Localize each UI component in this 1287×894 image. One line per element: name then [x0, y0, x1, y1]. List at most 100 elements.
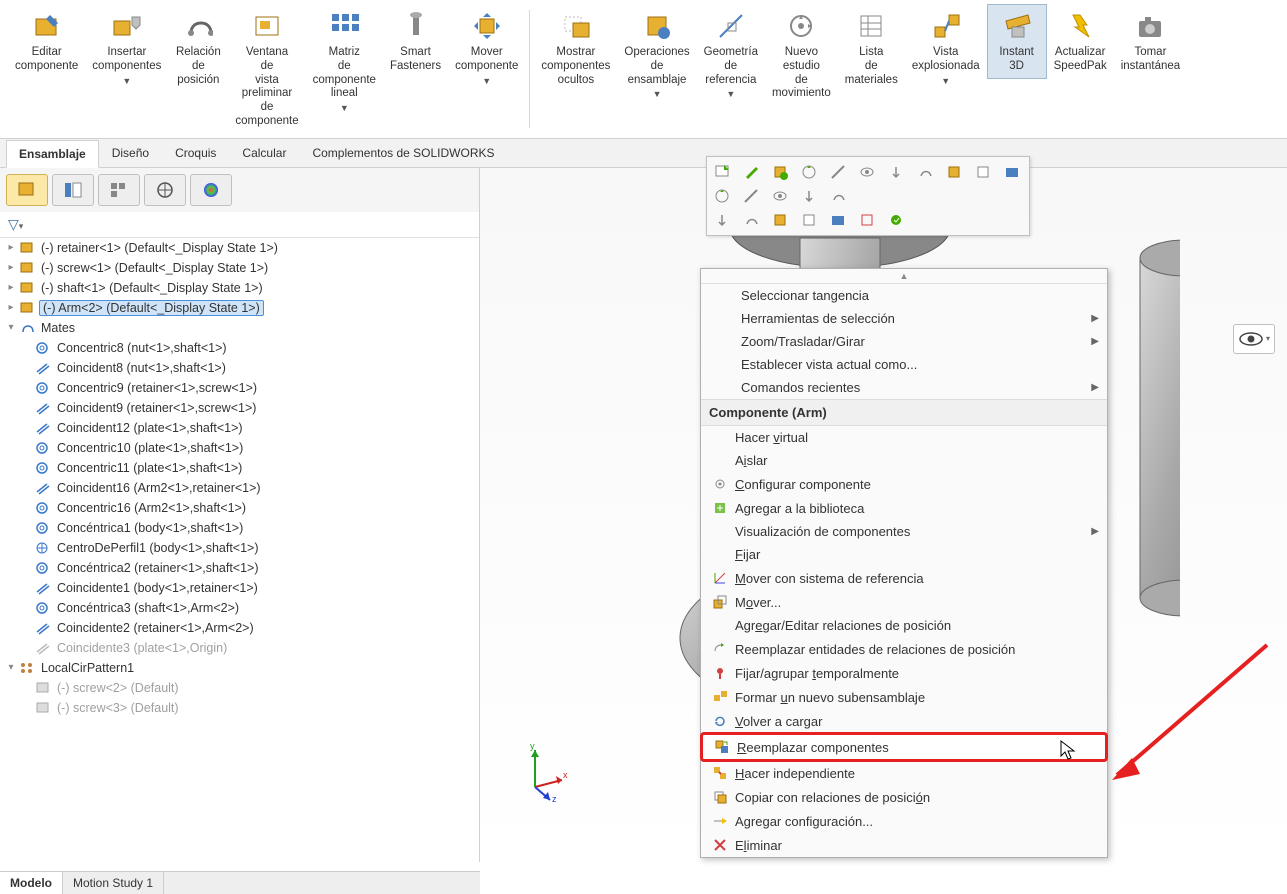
menu-mover-con-sistema-de-referencia[interactable]: Mover con sistema de referencia	[701, 566, 1107, 590]
menu-configurar-componente[interactable]: Configurar componente	[701, 472, 1107, 496]
tab-calcular[interactable]: Calcular	[229, 139, 299, 167]
menu-agregar-a-la-biblioteca[interactable]: Agregar a la biblioteca	[701, 496, 1107, 520]
tree-mates-folder[interactable]: ▾Mates	[0, 318, 479, 338]
context-tool-8[interactable]	[942, 160, 968, 184]
menu-mover-[interactable]: Mover...	[701, 590, 1107, 614]
ribbon-mate[interactable]: Relacióndeposición	[168, 4, 228, 92]
tree-pattern-child[interactable]: (-) screw<3> (Default)	[0, 698, 479, 718]
context-tool-c2[interactable]	[768, 208, 794, 232]
context-tool-3[interactable]	[797, 160, 823, 184]
tree-mate[interactable]: Coincidente1 (body<1>,retainer<1>)	[0, 578, 479, 598]
context-tool-5[interactable]	[855, 160, 881, 184]
tree-component[interactable]: ▸(-) Arm<2> (Default<_Display State 1>)	[0, 298, 479, 318]
menu-hacer-independiente[interactable]: Hacer independiente	[701, 761, 1107, 785]
context-tool-c3[interactable]	[797, 208, 823, 232]
ribbon-pattern[interactable]: Matrizdecomponentelineal▼	[306, 4, 383, 119]
ribbon-instant3d[interactable]: Instant3D	[987, 4, 1047, 79]
context-tool-c4[interactable]	[826, 208, 852, 232]
ribbon-exploded[interactable]: Vistaexplosionada▼	[905, 4, 987, 91]
menu-seleccionar-tangencia[interactable]: Seleccionar tangencia	[701, 284, 1107, 307]
ribbon-fastener[interactable]: SmartFasteners	[383, 4, 448, 79]
tab-complementos-de-solidworks[interactable]: Complementos de SOLIDWORKS	[299, 139, 507, 167]
tree-mate[interactable]: Coincidente2 (retainer<1>,Arm<2>)	[0, 618, 479, 638]
tree-component[interactable]: ▸(-) retainer<1> (Default<_Display State…	[0, 238, 479, 258]
context-tool-c5[interactable]	[855, 208, 881, 232]
context-tool-c6[interactable]	[884, 208, 910, 232]
context-tool-10[interactable]	[1000, 160, 1026, 184]
tree-mate[interactable]: Concentric8 (nut<1>,shaft<1>)	[0, 338, 479, 358]
tree-mate[interactable]: Concentric9 (retainer<1>,screw<1>)	[0, 378, 479, 398]
context-tool-7[interactable]	[913, 160, 939, 184]
tree-mate[interactable]: Coincident16 (Arm2<1>,retainer<1>)	[0, 478, 479, 498]
tree-mate[interactable]: Coincident9 (retainer<1>,screw<1>)	[0, 398, 479, 418]
menu-formar-un-nuevo-subensamblaje[interactable]: Formar un nuevo subensamblaje	[701, 685, 1107, 709]
tree-pattern-child[interactable]: (-) screw<2> (Default)	[0, 678, 479, 698]
bottom-tab-modelo[interactable]: Modelo	[0, 872, 63, 894]
menu-eliminar[interactable]: Eliminar	[701, 833, 1107, 857]
context-tool-9[interactable]	[971, 160, 997, 184]
tree-mate[interactable]: CentroDePerfil1 (body<1>,shaft<1>)	[0, 538, 479, 558]
tree-component[interactable]: ▸(-) screw<1> (Default<_Display State 1>…	[0, 258, 479, 278]
tree-mate[interactable]: Concéntrica3 (shaft<1>,Arm<2>)	[0, 598, 479, 618]
tree-mate[interactable]: Concentric10 (plate<1>,shaft<1>)	[0, 438, 479, 458]
ribbon-assembly-ops[interactable]: Operacionesdeensamblaje▼	[617, 4, 696, 105]
tree-mate[interactable]: Concéntrica2 (retainer<1>,shaft<1>)	[0, 558, 479, 578]
context-tool-c0[interactable]	[710, 208, 736, 232]
context-tool-1[interactable]	[739, 160, 765, 184]
tree-mate[interactable]: Concentric16 (Arm2<1>,shaft<1>)	[0, 498, 479, 518]
menu-copiar-con-relaciones-de-posici-n[interactable]: Copiar con relaciones de posición	[701, 785, 1107, 809]
ribbon-show-hidden[interactable]: Mostrarcomponentesocultos	[534, 4, 617, 92]
menu-comandos-recientes[interactable]: Comandos recientes▶	[701, 376, 1107, 399]
context-tool-0[interactable]	[710, 160, 736, 184]
feature-tree-tab[interactable]	[6, 174, 48, 206]
ribbon-ref-geom[interactable]: Geometríadereferencia▼	[697, 4, 765, 105]
ribbon-edit-component[interactable]: Editarcomponente	[8, 4, 85, 79]
context-tool-b0[interactable]	[710, 184, 736, 208]
ribbon-insert-component[interactable]: Insertarcomponentes▼	[85, 4, 168, 91]
tree-component[interactable]: ▸(-) shaft<1> (Default<_Display State 1>…	[0, 278, 479, 298]
ribbon-snapshot[interactable]: Tomarinstantánea	[1114, 4, 1187, 79]
ribbon-move[interactable]: Movercomponente▼	[448, 4, 525, 91]
ribbon-preview[interactable]: Ventanadevistapreliminardecomponente	[228, 4, 305, 134]
context-tool-b1[interactable]	[739, 184, 765, 208]
context-tool-2[interactable]	[768, 160, 794, 184]
menu-reemplazar-componentes[interactable]: Reemplazar componentes	[700, 732, 1108, 762]
tree-pattern[interactable]: ▾LocalCirPattern1	[0, 658, 479, 678]
menu-volver-a-cargar[interactable]: Volver a cargar	[701, 709, 1107, 733]
menu-agregar-editar-relaciones-de-posici-n[interactable]: Agregar/Editar relaciones de posición	[701, 614, 1107, 637]
context-tool-b4[interactable]	[826, 184, 852, 208]
menu-herramientas-de-selecci-n[interactable]: Herramientas de selección▶	[701, 307, 1107, 330]
tab-diseño[interactable]: Diseño	[99, 139, 162, 167]
tree-mate[interactable]: Concentric11 (plate<1>,shaft<1>)	[0, 458, 479, 478]
menu-visualizaci-n-de-componentes[interactable]: Visualización de componentes▶	[701, 520, 1107, 543]
menu-aislar[interactable]: Aislar	[701, 449, 1107, 472]
tree-filter[interactable]: ▽▾	[0, 212, 479, 238]
bottom-tab-motion-study-1[interactable]: Motion Study 1	[63, 872, 164, 894]
tree-mate[interactable]: Coincidente3 (plate<1>,Origin)	[0, 638, 479, 658]
dimxpert-tab[interactable]	[144, 174, 186, 206]
menu-agregar-configuraci-n-[interactable]: Agregar configuración...	[701, 809, 1107, 833]
context-tool-4[interactable]	[826, 160, 852, 184]
context-tool-6[interactable]	[884, 160, 910, 184]
property-tab[interactable]	[52, 174, 94, 206]
menu-fijar-agrupar-temporalmente[interactable]: Fijar/agrupar temporalmente	[701, 661, 1107, 685]
context-tool-b2[interactable]	[768, 184, 794, 208]
tree-mate[interactable]: Coincident8 (nut<1>,shaft<1>)	[0, 358, 479, 378]
tab-croquis[interactable]: Croquis	[162, 139, 229, 167]
ribbon-motion[interactable]: Nuevoestudiodemovimiento	[765, 4, 838, 106]
menu-fijar[interactable]: Fijar	[701, 543, 1107, 566]
ribbon-speedpak[interactable]: ActualizarSpeedPak	[1047, 4, 1114, 79]
menu-hacer-virtual[interactable]: Hacer virtual	[701, 426, 1107, 449]
appearance-tab[interactable]	[190, 174, 232, 206]
context-tool-b3[interactable]	[797, 184, 823, 208]
tree-mate[interactable]: Concéntrica1 (body<1>,shaft<1>)	[0, 518, 479, 538]
menu-establecer-vista-actual-como-[interactable]: Establecer vista actual como...	[701, 353, 1107, 376]
ribbon-bom[interactable]: Listademateriales	[838, 4, 905, 92]
tree-mate[interactable]: Coincident12 (plate<1>,shaft<1>)	[0, 418, 479, 438]
context-tool-c1[interactable]	[739, 208, 765, 232]
config-tab[interactable]	[98, 174, 140, 206]
eye-view-button[interactable]: ▾	[1233, 324, 1275, 354]
context-menu-collapse[interactable]: ▲	[701, 269, 1107, 284]
menu-reemplazar-entidades-de-relaciones-de-posici-n[interactable]: Reemplazar entidades de relaciones de po…	[701, 637, 1107, 661]
menu-zoom-trasladar-girar[interactable]: Zoom/Trasladar/Girar▶	[701, 330, 1107, 353]
